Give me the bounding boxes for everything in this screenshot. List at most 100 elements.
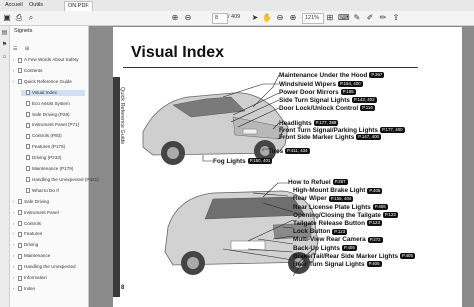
page-reference-link[interactable]: P.177, 399	[313, 120, 339, 127]
callout-label: Front Turn Signal/Parking Lights P.177, 4…	[279, 127, 405, 134]
page-reference-text: P.123	[368, 220, 380, 226]
page-reference-text: P.367	[371, 72, 383, 78]
page-reference-link[interactable]: P.411, 434	[285, 148, 310, 155]
bookmark-item[interactable]: › Information	[13, 275, 85, 281]
tab-document-label: ON.PDF	[68, 3, 89, 9]
page-reference-link[interactable]: P.123	[366, 220, 382, 227]
page-reference-link[interactable]: P.123	[382, 212, 398, 219]
bookmark-item[interactable]: › Driving	[13, 242, 85, 248]
bookmark-icon	[18, 210, 22, 216]
bookmark-item[interactable]: › A Few Words About Safety	[13, 57, 85, 63]
page-reference-link[interactable]: P.116	[360, 105, 375, 112]
highlight-icon[interactable]: ✐	[365, 13, 375, 23]
bookmark-item[interactable]: Instrument Panel (P71)	[21, 122, 85, 128]
zoom-select[interactable]: 121%	[302, 13, 324, 24]
page-reference-link[interactable]: P.155, 404	[328, 195, 354, 202]
page-reference-link[interactable]: P.123	[332, 228, 348, 235]
front-car-illustration	[142, 92, 289, 165]
bookmark-icon	[26, 89, 30, 95]
callout-text: Windshield Wipers	[279, 81, 337, 88]
bookmark-item[interactable]: Controls (P93)	[21, 133, 85, 139]
page-reference-link[interactable]: P.405	[341, 244, 357, 251]
keyboard-icon[interactable]: ⌨	[338, 13, 350, 23]
callout-label: Tailgate Release Button P.123	[293, 220, 382, 227]
bookmark-label: Eco Assist System	[32, 100, 70, 106]
page-reference-link[interactable]: P.165	[340, 89, 356, 96]
page-reference-link[interactable]: P.405	[367, 187, 383, 194]
fit-page-icon[interactable]: ⊞	[325, 13, 335, 23]
bookmark-item[interactable]: › Quick Reference Guide	[13, 79, 85, 85]
bookmark-item[interactable]: Features (P175)	[21, 144, 85, 150]
bookmark-label: Controls (P93)	[32, 133, 62, 139]
comment-icon[interactable]: ✎	[352, 13, 362, 23]
bookmarks-icon[interactable]: ⚑	[1, 42, 8, 49]
prev-page-icon[interactable]: ⊕	[170, 13, 180, 23]
bookmark-label: Driving (P233)	[32, 155, 62, 161]
bookmark-icon	[26, 122, 30, 128]
share-icon[interactable]: ⇪	[391, 13, 401, 23]
bookmark-icon	[18, 231, 22, 237]
page-reference-link[interactable]: P.272	[367, 236, 383, 243]
bookmark-icon	[26, 188, 30, 194]
page-reference-text: P.177, 399	[315, 120, 337, 126]
page-reference-link[interactable]: P.405	[366, 261, 382, 268]
page-reference-link[interactable]: P.147, 400	[356, 134, 381, 141]
select-cursor-icon[interactable]: ➤	[250, 13, 260, 23]
page-reference-text: P.272	[369, 236, 381, 242]
search-icon[interactable]: ⌕	[26, 13, 36, 23]
attachments-icon[interactable]: ⌂	[1, 54, 8, 61]
bookmark-item[interactable]: Safe Driving (P29)	[21, 112, 85, 118]
callout-text: Lock Button	[293, 228, 331, 236]
page-reference-link[interactable]: P.150, 401	[247, 158, 273, 165]
bookmark-item[interactable]: › Controls	[13, 221, 85, 227]
callout-label: Front Side Marker Lights P.147, 400	[279, 134, 381, 141]
bookmark-label: Maintenance	[24, 253, 51, 259]
bookmark-icon	[18, 68, 22, 74]
page-reference-link[interactable]: P.177, 400	[379, 127, 405, 134]
page-reference-link[interactable]: P.367	[369, 72, 385, 79]
bookmark-item[interactable]: › Handling the Unexpected	[13, 264, 85, 270]
tab-home-label: Accueil	[5, 2, 23, 8]
zoom-value: 121%	[305, 15, 320, 21]
print-icon[interactable]: ⎙	[14, 13, 24, 23]
bookmark-label: Controls	[24, 220, 42, 226]
zoom-out-icon[interactable]: ⊖	[275, 13, 285, 23]
bookmark-item[interactable]: › Features	[13, 231, 85, 237]
bookmark-options-icon[interactable]: ☰	[13, 46, 17, 52]
hand-tool-icon[interactable]: ✋	[262, 13, 272, 23]
bookmark-item[interactable]: Visual Index	[21, 89, 85, 96]
save-icon[interactable]: ▣	[2, 13, 12, 23]
draw-icon[interactable]: ✏	[378, 13, 388, 23]
callout-label: Door Lock/Unlock Control P.116	[279, 105, 375, 112]
bookmark-item[interactable]: Handling the Unexpected (P431)	[21, 177, 99, 183]
page-number-value: 8	[215, 15, 219, 21]
page-reference-link[interactable]: P.143, 402	[351, 97, 377, 104]
page-reference-link[interactable]: P.405	[400, 253, 415, 260]
callout-label: Side Turn Signal Lights P.143, 402	[279, 97, 377, 104]
tab-tools[interactable]: Outils	[26, 1, 46, 10]
page-reference-link[interactable]: P.406	[372, 203, 388, 210]
page-reference-link[interactable]: P.287	[332, 179, 348, 186]
bookmark-item[interactable]: › Safe Driving	[13, 199, 85, 205]
tab-document[interactable]: ON.PDF	[64, 1, 93, 11]
callout-label: Rear Wiper P.155, 404	[293, 195, 354, 202]
next-page-icon[interactable]: ⊖	[183, 13, 193, 23]
tab-home[interactable]: Accueil	[2, 1, 26, 10]
callout-text: Rear Turn Signal Lights	[293, 261, 365, 268]
bookmark-item[interactable]: Maintenance (P179)	[21, 166, 85, 172]
bookmark-label: Quick Reference Guide	[24, 79, 72, 85]
bookmark-item[interactable]: › Maintenance	[13, 253, 85, 259]
bookmark-item[interactable]: › Index	[13, 286, 85, 292]
pages-icon[interactable]: ▤	[1, 30, 8, 37]
bookmark-expand-icon[interactable]: ⊞	[25, 46, 29, 52]
callout-text: High-Mount Brake Light	[293, 187, 366, 195]
page-reference-text: P.165	[342, 89, 354, 95]
bookmark-item[interactable]: › Contents	[13, 68, 85, 74]
bookmark-item[interactable]: Driving (P233)	[21, 155, 85, 161]
callout-text: Headlights	[279, 120, 312, 127]
page-reference-link[interactable]: P.154, 400	[338, 81, 363, 88]
bookmark-item[interactable]: › Instrument Panel	[13, 210, 85, 216]
zoom-in-icon[interactable]: ⊕	[288, 13, 298, 23]
bookmark-item[interactable]: What to Do If	[21, 188, 85, 194]
bookmark-item[interactable]: Eco Assist System	[21, 101, 85, 107]
